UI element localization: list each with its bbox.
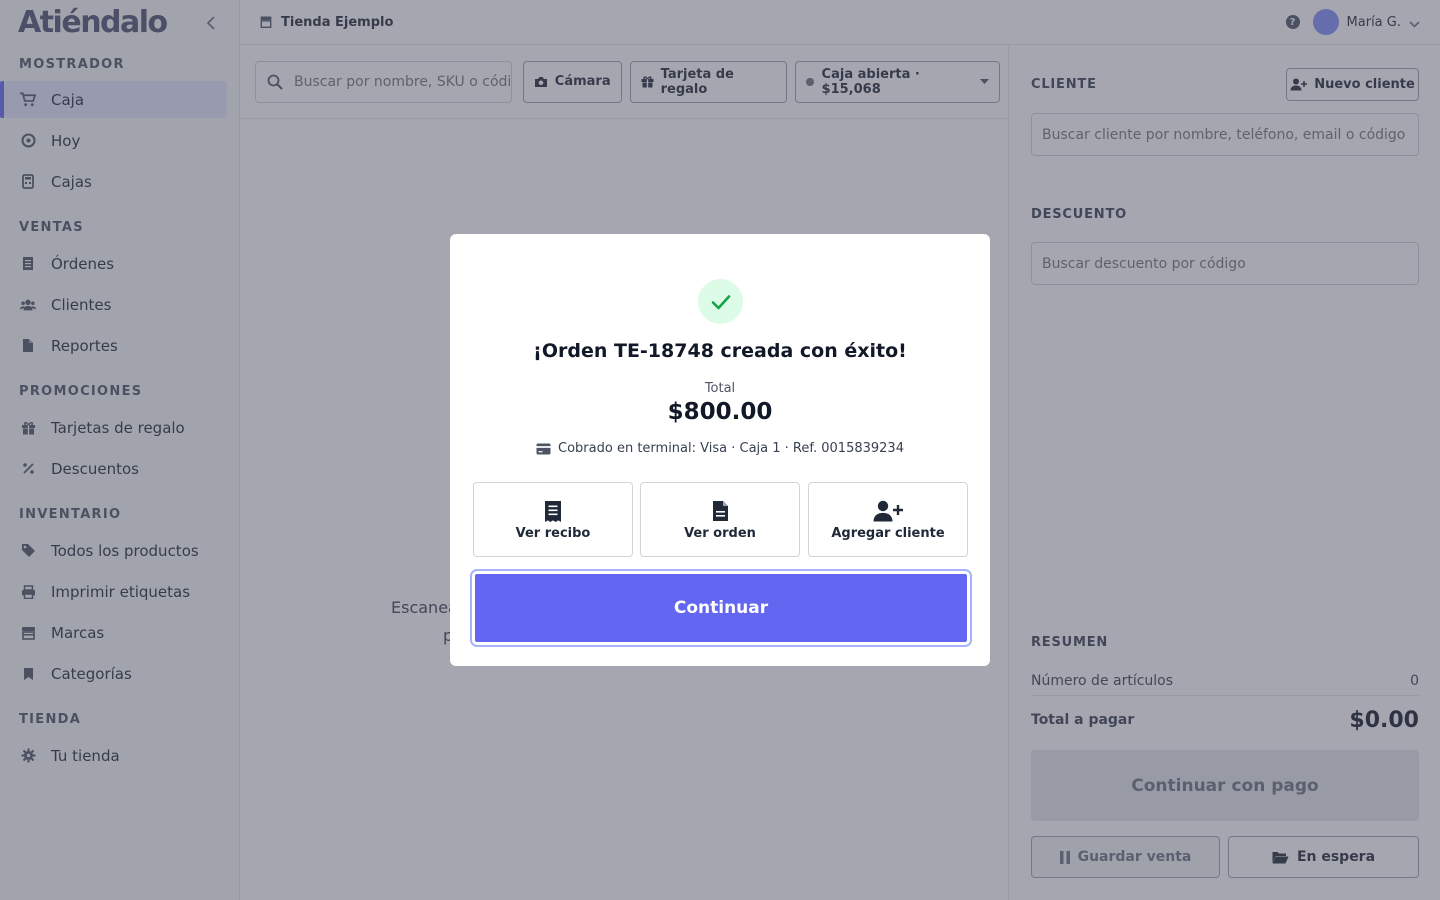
dialog-title: ¡Orden TE-18748 creada con éxito! bbox=[533, 340, 907, 362]
receipt-icon bbox=[544, 498, 562, 524]
continue-button[interactable]: Continuar bbox=[472, 571, 970, 645]
credit-card-icon bbox=[536, 443, 551, 455]
order-success-dialog: ¡Orden TE-18748 creada con éxito! Total … bbox=[450, 234, 990, 666]
order-total-value: $800.00 bbox=[667, 399, 773, 425]
payment-info: Cobrado en terminal: Visa · Caja 1 · Ref… bbox=[450, 441, 990, 456]
view-receipt-label: Ver recibo bbox=[515, 526, 591, 541]
success-badge bbox=[698, 279, 743, 324]
view-order-label: Ver orden bbox=[684, 526, 756, 541]
add-client-button[interactable]: Agregar cliente bbox=[808, 482, 968, 557]
view-order-button[interactable]: Ver orden bbox=[640, 482, 800, 557]
check-icon bbox=[711, 294, 730, 309]
document-icon bbox=[712, 498, 729, 524]
view-receipt-button[interactable]: Ver recibo bbox=[473, 482, 633, 557]
order-total-label: Total bbox=[704, 381, 736, 396]
user-plus-icon bbox=[873, 498, 903, 524]
add-client-label: Agregar cliente bbox=[831, 526, 945, 541]
payment-info-text: Cobrado en terminal: Visa · Caja 1 · Ref… bbox=[558, 441, 904, 456]
